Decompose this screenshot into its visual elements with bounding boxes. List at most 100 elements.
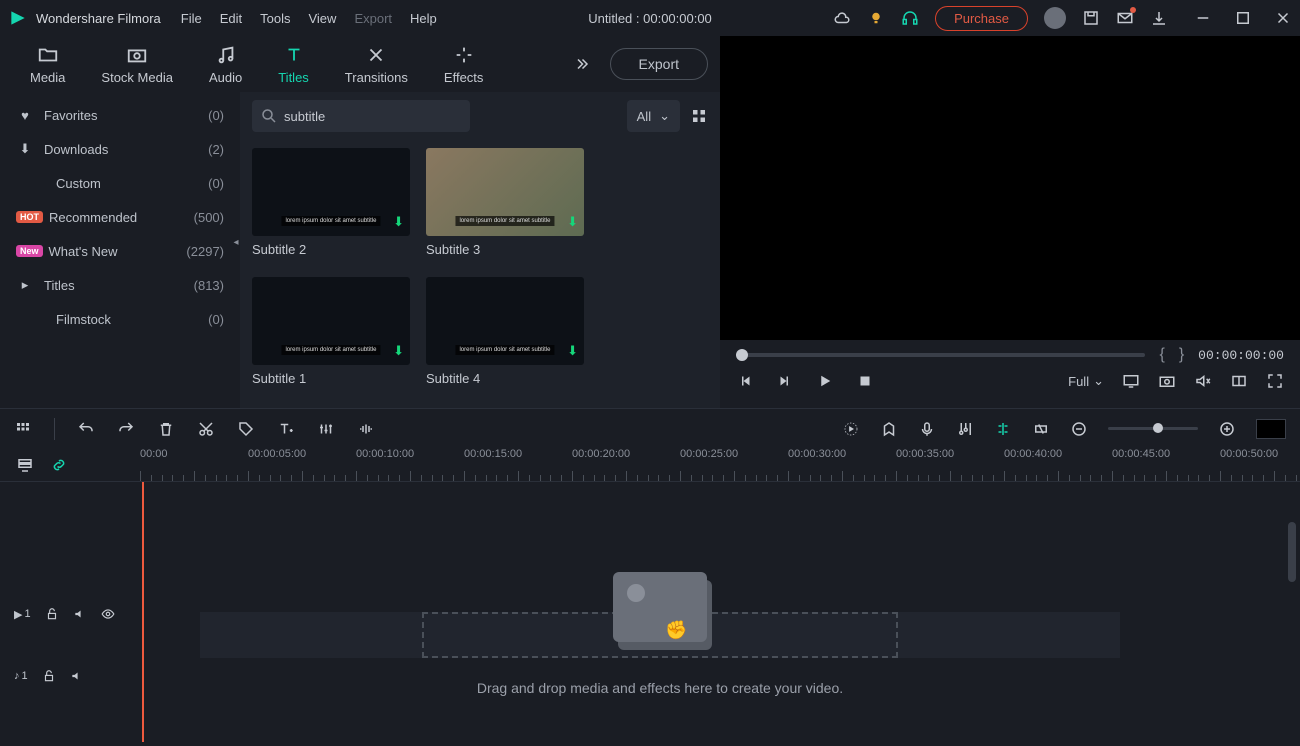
marker-icon[interactable]	[880, 420, 898, 438]
separator	[54, 418, 55, 440]
delete-icon[interactable]	[157, 420, 175, 438]
export-button[interactable]: Export	[610, 48, 708, 80]
cat-titles[interactable]: ▸ Titles (813)	[0, 268, 240, 302]
crop-icon[interactable]	[1032, 420, 1050, 438]
title-thumbnail[interactable]: lorem ipsum dolor sit amet subtitle⬇Subt…	[426, 277, 584, 386]
layout-icon[interactable]	[1230, 372, 1248, 390]
grid-view-icon[interactable]	[690, 107, 708, 125]
tab-media[interactable]: Media	[12, 44, 83, 85]
cut-icon[interactable]	[197, 420, 215, 438]
window-minimize-icon[interactable]	[1194, 9, 1212, 27]
lock-icon[interactable]	[42, 669, 56, 683]
title-thumbnail[interactable]: lorem ipsum dolor sit amet subtitle⬇Subt…	[252, 277, 410, 386]
cloud-icon[interactable]	[833, 9, 851, 27]
voiceover-icon[interactable]	[918, 420, 936, 438]
tab-transitions[interactable]: Transitions	[327, 44, 426, 85]
mark-out-icon[interactable]: }	[1179, 346, 1184, 364]
tag-icon[interactable]	[237, 420, 255, 438]
play-icon[interactable]	[816, 372, 834, 390]
tab-titles[interactable]: Titles	[260, 44, 327, 85]
collapse-sidebar-icon[interactable]: ◂	[232, 232, 240, 252]
timeline-ruler[interactable]: 00:0000:00:05:0000:00:10:0000:00:15:0000…	[0, 448, 1300, 482]
timeline-tracks[interactable]: ✊ Drag and drop media and effects here t…	[0, 482, 1300, 742]
audio-track-head[interactable]: ♪1	[0, 660, 140, 692]
waveform-icon[interactable]	[357, 420, 375, 438]
track-manager-icon[interactable]	[16, 456, 34, 474]
mail-icon[interactable]	[1116, 9, 1134, 27]
audio-icon	[215, 44, 237, 66]
cat-count: (2)	[208, 142, 224, 157]
quality-dropdown[interactable]: Full ⌄	[1068, 373, 1104, 389]
speaker-icon[interactable]	[73, 607, 87, 621]
download-arrow-icon[interactable]: ⬇	[567, 214, 578, 230]
avatar-icon[interactable]	[1044, 7, 1066, 29]
zoom-slider[interactable]	[1108, 427, 1198, 430]
tab-stock-media[interactable]: Stock Media	[83, 44, 191, 85]
timecode: 00:00:00:00	[1198, 348, 1284, 363]
cat-whats-new[interactable]: New What's New (2297)	[0, 234, 240, 268]
idea-icon[interactable]	[867, 9, 885, 27]
download-arrow-icon[interactable]: ⬇	[393, 214, 404, 230]
window-close-icon[interactable]	[1274, 9, 1292, 27]
display-icon[interactable]	[1122, 372, 1140, 390]
menu-export[interactable]: Export	[354, 11, 392, 26]
fullscreen-icon[interactable]	[1266, 372, 1284, 390]
purchase-button[interactable]: Purchase	[935, 6, 1028, 31]
menu-tools[interactable]: Tools	[260, 11, 290, 26]
search-input[interactable]	[252, 100, 470, 132]
grid-toggle-icon[interactable]	[14, 420, 32, 438]
download-arrow-icon[interactable]: ⬇	[567, 343, 578, 359]
scrollbar[interactable]	[1288, 522, 1296, 582]
speaker-icon[interactable]	[70, 669, 84, 683]
eye-icon[interactable]	[101, 607, 115, 621]
undo-icon[interactable]	[77, 420, 95, 438]
zoom-fit-icon[interactable]	[1256, 419, 1286, 439]
thumbnail-label: Subtitle 1	[252, 371, 410, 386]
camera-icon	[126, 44, 148, 66]
cat-custom[interactable]: Custom (0)	[0, 166, 240, 200]
menu-view[interactable]: View	[308, 11, 336, 26]
tab-audio[interactable]: Audio	[191, 44, 260, 85]
headset-icon[interactable]	[901, 9, 919, 27]
redo-icon[interactable]	[117, 420, 135, 438]
adjust-icon[interactable]	[317, 420, 335, 438]
mute-icon[interactable]	[1194, 372, 1212, 390]
zoom-out-icon[interactable]	[1070, 420, 1088, 438]
download-arrow-icon[interactable]: ⬇	[393, 343, 404, 359]
next-frame-icon[interactable]	[776, 372, 794, 390]
prev-frame-icon[interactable]	[736, 372, 754, 390]
title-thumbnail[interactable]: lorem ipsum dolor sit amet subtitle⬇Subt…	[252, 148, 410, 257]
preview-canvas[interactable]	[720, 92, 1300, 340]
stop-icon[interactable]	[856, 372, 874, 390]
menu-file[interactable]: File	[181, 11, 202, 26]
link-icon[interactable]	[50, 456, 68, 474]
scrub-slider[interactable]	[736, 353, 1145, 357]
add-text-icon[interactable]	[277, 420, 295, 438]
menu-edit[interactable]: Edit	[220, 11, 242, 26]
playhead[interactable]	[142, 482, 144, 742]
cat-label: Favorites	[44, 108, 208, 123]
download-icon: ⬇	[16, 141, 34, 157]
save-icon[interactable]	[1082, 9, 1100, 27]
window-maximize-icon[interactable]	[1234, 9, 1252, 27]
tab-media-label: Media	[30, 70, 65, 85]
title-thumbnail[interactable]: lorem ipsum dolor sit amet subtitle⬇Subt…	[426, 148, 584, 257]
cat-filmstock[interactable]: Filmstock (0)	[0, 302, 240, 336]
menu-help[interactable]: Help	[410, 11, 437, 26]
download-app-icon[interactable]	[1150, 9, 1168, 27]
video-track-head[interactable]: ▶1	[0, 598, 140, 630]
cat-downloads[interactable]: ⬇ Downloads (2)	[0, 132, 240, 166]
audio-mixer-icon[interactable]	[956, 420, 974, 438]
render-icon[interactable]	[842, 420, 860, 438]
mark-in-icon[interactable]: {	[1159, 346, 1164, 364]
lock-icon[interactable]	[45, 607, 59, 621]
tab-effects[interactable]: Effects	[426, 44, 502, 85]
zoom-in-icon[interactable]	[1218, 420, 1236, 438]
cat-label: Filmstock	[56, 312, 208, 327]
filter-dropdown[interactable]: All ⌄	[627, 100, 680, 132]
snapshot-icon[interactable]	[1158, 372, 1176, 390]
expand-panel-icon[interactable]	[572, 55, 590, 73]
split-icon[interactable]	[994, 420, 1012, 438]
cat-favorites[interactable]: ♥ Favorites (0)	[0, 98, 240, 132]
cat-recommended[interactable]: HOT Recommended (500)	[0, 200, 240, 234]
